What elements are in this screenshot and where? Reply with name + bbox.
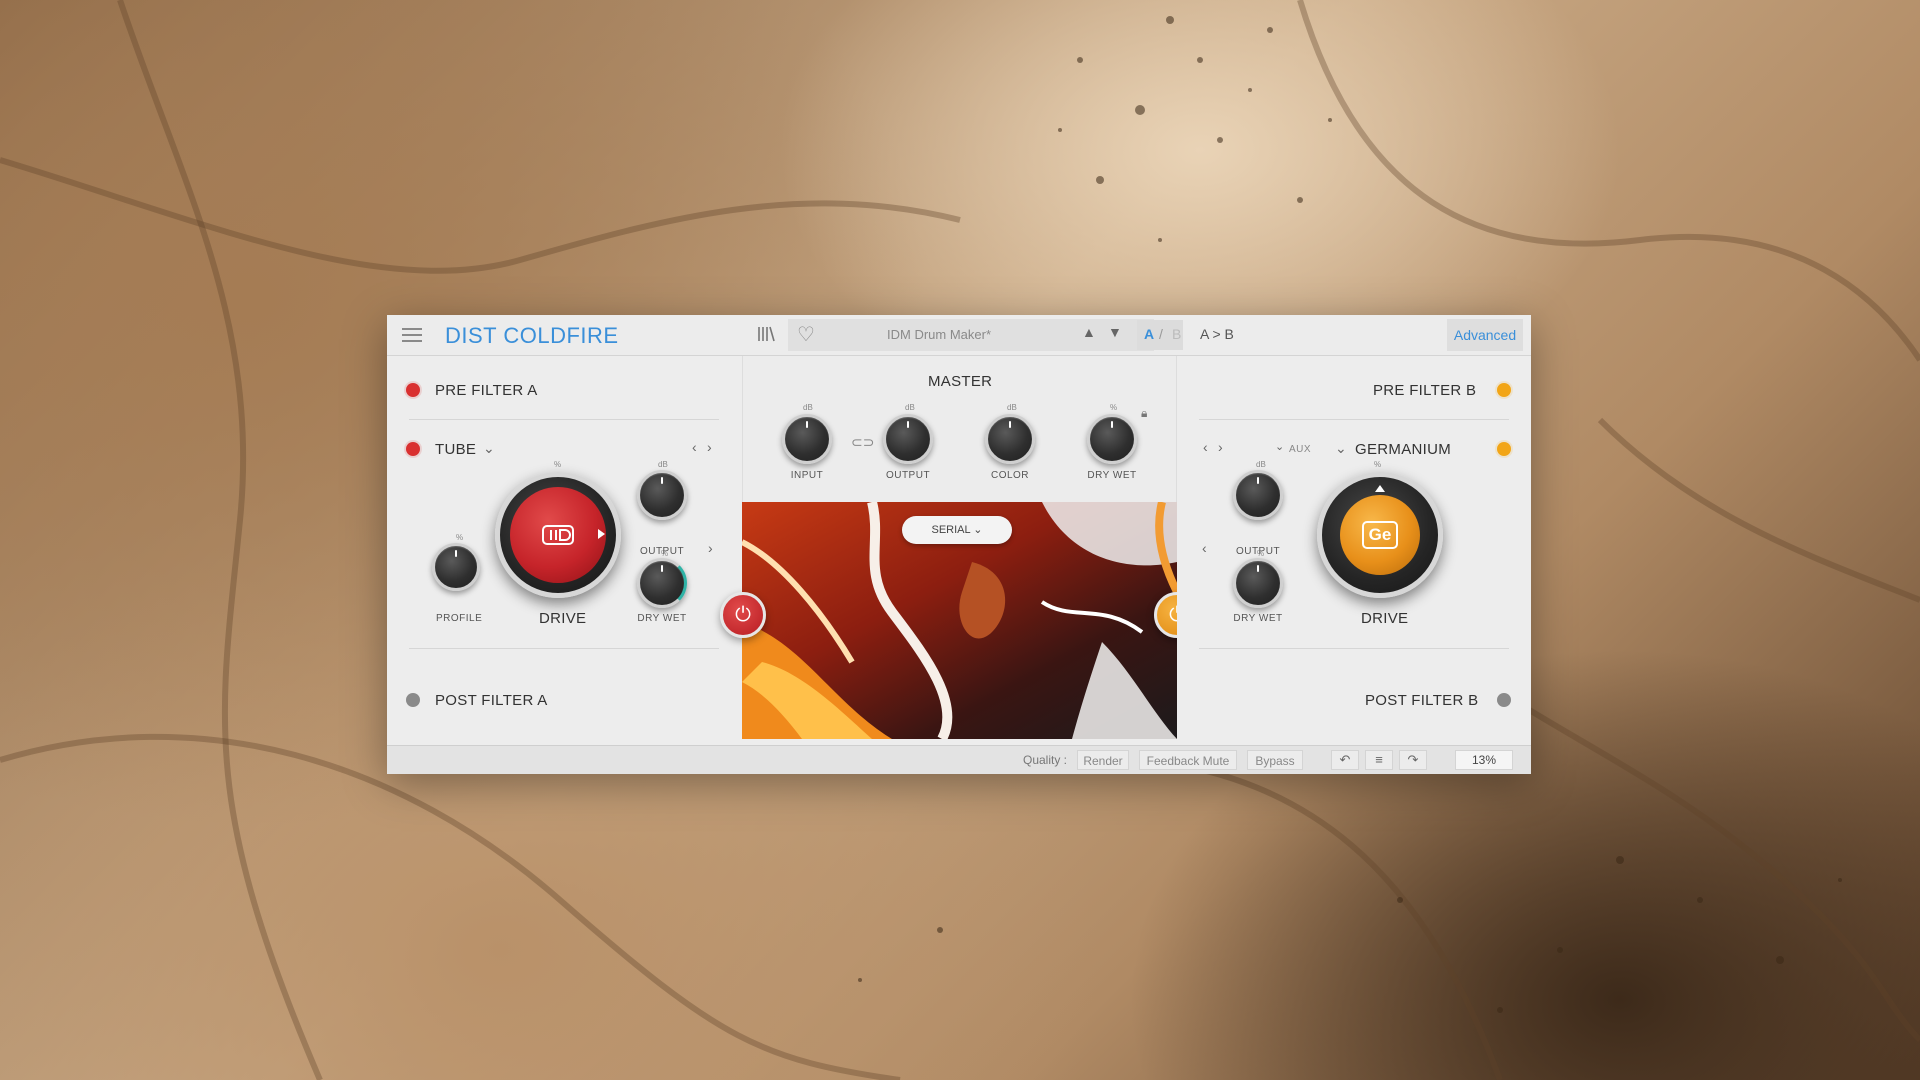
power-a-button[interactable]: ⏻ [720, 592, 766, 638]
distortion-type-label[interactable]: GERMANIUM [1355, 441, 1451, 458]
divider [409, 419, 719, 420]
divider [1199, 648, 1509, 649]
tube-toggle[interactable] [406, 442, 420, 456]
plugin-title: DIST COLDFIRE [445, 323, 619, 348]
dry-wet-knob[interactable] [1233, 558, 1283, 608]
aux-label[interactable]: AUX [1289, 444, 1311, 455]
link-icon[interactable]: ⊂⊃ [851, 434, 874, 451]
output-unit: dB [658, 460, 668, 469]
advanced-button[interactable]: Advanced [1447, 319, 1523, 351]
profile-label: PROFILE [436, 613, 483, 624]
master-color-label: COLOR [990, 470, 1030, 481]
drive-unit: % [1374, 460, 1382, 469]
master-input-label: INPUT [790, 470, 824, 481]
master-output-label: OUTPUT [885, 470, 931, 481]
drywet-unit: % [1257, 549, 1265, 558]
germanium-symbol: Ge [1361, 521, 1399, 549]
bypass-button[interactable]: Bypass [1247, 750, 1303, 770]
cpu-meter: 13% [1455, 750, 1513, 770]
drive-pointer-icon [1375, 485, 1385, 492]
output-knob[interactable] [1233, 470, 1283, 520]
master-dry-wet-knob[interactable] [1087, 414, 1137, 464]
library-icon[interactable] [757, 326, 777, 344]
post-filter-a-label[interactable]: POST FILTER A [435, 692, 548, 709]
master-title: MASTER [928, 373, 993, 390]
drive-label: DRIVE [1361, 610, 1409, 627]
ab-b-button[interactable]: B [1172, 326, 1181, 342]
prev-type-icon[interactable]: ‹ [692, 439, 697, 455]
master-output-knob[interactable] [883, 414, 933, 464]
ab-a-button[interactable]: A [1144, 326, 1154, 342]
master-input-knob[interactable] [782, 414, 832, 464]
feedback-mute-button[interactable]: Feedback Mute [1139, 750, 1237, 770]
profile-unit: % [456, 533, 464, 542]
heart-icon[interactable]: ♡ [797, 322, 815, 347]
output-unit: dB [1256, 460, 1266, 469]
master-color-knob[interactable] [985, 414, 1035, 464]
previous-preset-button[interactable]: ▲ [1082, 324, 1096, 340]
drive-knob[interactable] [495, 472, 621, 598]
next-preset-button[interactable]: ▼ [1108, 324, 1122, 340]
pre-filter-b-label[interactable]: PRE FILTER B [1373, 382, 1476, 399]
ab-separator: / [1159, 326, 1163, 342]
germanium-toggle[interactable] [1497, 442, 1511, 456]
drive-knob[interactable]: Ge [1317, 472, 1443, 598]
history-list-icon[interactable]: ≡ [1365, 750, 1393, 770]
aux-chevron-icon[interactable]: ⌄ [1275, 440, 1284, 453]
prev-type-icon[interactable]: ‹ [1203, 439, 1208, 455]
divider [1199, 419, 1509, 420]
drive-unit: % [554, 460, 562, 469]
routing-selector[interactable]: SERIAL ⌄ [902, 516, 1012, 544]
copy-a-to-b-button[interactable]: A > B [1200, 326, 1234, 342]
drive-pointer-icon [598, 529, 605, 539]
next-type-icon[interactable]: › [707, 439, 712, 455]
post-filter-b-toggle[interactable] [1497, 693, 1511, 707]
color-unit: dB [1007, 403, 1017, 412]
pre-filter-b-toggle[interactable] [1497, 383, 1511, 397]
drywet-unit: % [661, 549, 669, 558]
master-output-unit: dB [905, 403, 915, 412]
tube-icon [510, 487, 606, 583]
master-dry-wet-label: DRY WET [1087, 470, 1137, 481]
bottom-bar: Quality : Render Feedback Mute Bypass ↶ … [387, 745, 1531, 774]
preset-name[interactable]: IDM Drum Maker* [887, 327, 1087, 342]
plugin-window: DIST COLDFIRE ♡ IDM Drum Maker* ▲ ▼ A / … [387, 315, 1531, 774]
input-unit: dB [803, 403, 813, 412]
master-panel: MASTER dB INPUT ⊂⊃ dB OUTPUT dB COLOR % … [742, 356, 1177, 502]
output-knob[interactable] [637, 470, 687, 520]
master-drywet-unit: % [1110, 403, 1118, 412]
profile-knob[interactable] [432, 543, 480, 591]
distortion-type-label[interactable]: TUBE [435, 441, 476, 458]
left-panel: PRE FILTER A TUBE ⌄ ‹ › % DRIVE % PROFIL… [387, 356, 742, 745]
dry-wet-label: DRY WET [637, 613, 687, 624]
dry-wet-knob[interactable] [637, 558, 687, 608]
visual-artwork: SERIAL ⌄ [742, 502, 1177, 739]
power-icon: ⏻ [735, 603, 751, 626]
top-bar: DIST COLDFIRE ♡ IDM Drum Maker* ▲ ▼ A / … [387, 315, 1531, 356]
undo-icon[interactable]: ↶ [1331, 750, 1359, 770]
divider [409, 648, 719, 649]
render-button[interactable]: Render [1077, 750, 1129, 770]
hamburger-menu-icon[interactable] [402, 328, 422, 342]
redo-icon[interactable]: ↷ [1399, 750, 1427, 770]
chevron-down-icon[interactable]: ⌄ [1335, 440, 1347, 457]
next-type-icon[interactable]: › [1218, 439, 1223, 455]
expand-left-icon[interactable]: ‹ [1202, 540, 1207, 556]
post-filter-b-label[interactable]: POST FILTER B [1365, 692, 1478, 709]
drive-label: DRIVE [539, 610, 587, 627]
post-filter-a-toggle[interactable] [406, 693, 420, 707]
lock-icon[interactable]: 🔒︎ [1141, 406, 1147, 421]
pre-filter-a-toggle[interactable] [406, 383, 420, 397]
pre-filter-a-label[interactable]: PRE FILTER A [435, 382, 538, 399]
chevron-down-icon: ⌄ [973, 524, 983, 536]
expand-right-icon[interactable]: › [708, 540, 713, 556]
germanium-icon: Ge [1340, 495, 1420, 575]
quality-label: Quality : [1023, 753, 1068, 767]
routing-label: SERIAL [931, 524, 971, 536]
dry-wet-label: DRY WET [1233, 613, 1283, 624]
chevron-down-icon[interactable]: ⌄ [483, 440, 495, 457]
right-panel: PRE FILTER B ‹ › ⌄ AUX ⌄ GERMANIUM dB OU… [1177, 356, 1531, 745]
